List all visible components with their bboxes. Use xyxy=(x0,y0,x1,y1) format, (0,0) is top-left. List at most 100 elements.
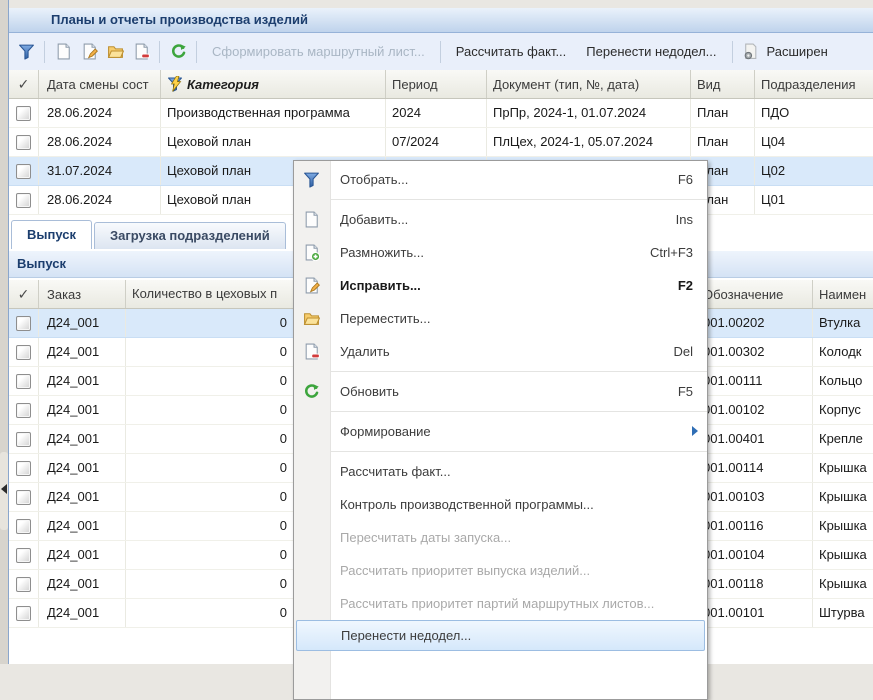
row-checkbox[interactable] xyxy=(16,577,31,592)
toolbar-separator xyxy=(196,41,197,63)
cell-qty: 0 xyxy=(126,570,296,598)
menu-item-move[interactable]: Переместить... xyxy=(294,302,707,335)
cell-period: 2024 xyxy=(386,99,487,127)
menu-item-formation[interactable]: Формирование xyxy=(294,415,707,448)
cell-code: 001.00116 xyxy=(695,512,813,540)
row-checkbox[interactable] xyxy=(16,345,31,360)
menu-item-control-program[interactable]: Контроль производственной программы... xyxy=(294,488,707,521)
cell-code: 001.00101 xyxy=(695,599,813,627)
context-menu: Отобрать... F6 Добавить... Ins Размножит… xyxy=(293,160,708,700)
select-all-column-header[interactable]: ✓ xyxy=(9,70,39,98)
menu-item-calc-fact[interactable]: Рассчитать факт... xyxy=(294,455,707,488)
row-checkbox[interactable] xyxy=(16,490,31,505)
checkmark-icon: ✓ xyxy=(18,71,30,98)
refresh-icon xyxy=(303,383,320,400)
row-checkbox[interactable] xyxy=(16,164,31,179)
shortcut: F5 xyxy=(678,375,693,408)
extended-button-icon-part[interactable] xyxy=(738,39,764,65)
shortcut: F6 xyxy=(678,163,693,196)
cell-qty: 0 xyxy=(126,309,296,337)
table-row[interactable]: 28.06.2024 Производственная программа 20… xyxy=(9,99,873,128)
row-checkbox[interactable] xyxy=(16,519,31,534)
cell-qty: 0 xyxy=(126,599,296,627)
column-header-department[interactable]: Подразделения xyxy=(755,70,873,98)
row-checkbox[interactable] xyxy=(16,106,31,121)
column-header-document[interactable]: Документ (тип, №, дата) xyxy=(487,70,691,98)
filter-icon xyxy=(303,171,320,188)
delete-button[interactable] xyxy=(128,39,154,65)
cell-name: Крышка xyxy=(813,541,873,569)
cell-name: Крышка xyxy=(813,483,873,511)
checkmark-icon: ✓ xyxy=(18,281,30,308)
column-header-code[interactable]: Обозначение xyxy=(695,280,813,308)
row-checkbox[interactable] xyxy=(16,461,31,476)
move-button[interactable] xyxy=(102,39,128,65)
table-row[interactable]: 28.06.2024 Цеховой план 07/2024 ПлЦех, 2… xyxy=(9,128,873,157)
row-checkbox[interactable] xyxy=(16,374,31,389)
toolbar-separator xyxy=(732,41,733,63)
cell-document: ПлЦех, 2024-1, 05.07.2024 xyxy=(487,128,691,156)
cell-kind: План xyxy=(691,99,755,127)
delete-document-icon xyxy=(133,43,150,60)
row-checkbox[interactable] xyxy=(16,403,31,418)
cell-order: Д24_001 xyxy=(39,541,126,569)
menu-item-select[interactable]: Отобрать... F6 xyxy=(294,163,707,196)
row-checkbox[interactable] xyxy=(16,432,31,447)
menu-item-delete[interactable]: Удалить Del xyxy=(294,335,707,368)
cell-code: 001.00102 xyxy=(695,396,813,424)
toolbar-separator xyxy=(44,41,45,63)
calc-fact-button[interactable]: Рассчитать факт... xyxy=(446,39,577,65)
row-checkbox[interactable] xyxy=(16,135,31,150)
vertical-splitter[interactable] xyxy=(0,0,9,664)
cell-period: 07/2024 xyxy=(386,128,487,156)
select-all-column-header[interactable]: ✓ xyxy=(9,280,39,308)
cell-code: 001.00202 xyxy=(695,309,813,337)
plans-table-header: ✓ Дата смены сост Категория Период Докум… xyxy=(9,70,873,99)
cell-qty: 0 xyxy=(126,338,296,366)
menu-item-carry-shortfall[interactable]: Перенести недодел... xyxy=(296,620,705,651)
cell-category: Производственная программа xyxy=(161,99,386,127)
shortcut: Del xyxy=(673,335,693,368)
column-header-qty[interactable]: Количество в цеховых п xyxy=(126,280,296,308)
cell-qty: 0 xyxy=(126,425,296,453)
refresh-button[interactable] xyxy=(165,39,191,65)
new-document-icon xyxy=(303,211,320,228)
cell-order: Д24_001 xyxy=(39,512,126,540)
filter-button[interactable] xyxy=(13,39,39,65)
column-header-order[interactable]: Заказ xyxy=(39,280,126,308)
menu-item-edit[interactable]: Исправить... F2 xyxy=(294,269,707,302)
tab-output[interactable]: Выпуск xyxy=(11,220,92,249)
column-header-category[interactable]: Категория xyxy=(161,70,386,98)
shortcut: Ins xyxy=(676,203,693,236)
menu-item-priority-products: Рассчитать приоритет выпуска изделий... xyxy=(294,554,707,587)
collapse-panel-icon[interactable] xyxy=(1,484,7,494)
menu-item-add[interactable]: Добавить... Ins xyxy=(294,203,707,236)
edit-button[interactable] xyxy=(76,39,102,65)
menu-separator xyxy=(294,199,707,200)
menu-separator xyxy=(294,451,707,452)
column-header-date[interactable]: Дата смены сост xyxy=(39,70,161,98)
menu-item-duplicate[interactable]: Размножить... Ctrl+F3 xyxy=(294,236,707,269)
add-button[interactable] xyxy=(50,39,76,65)
carry-shortfall-button[interactable]: Перенести недодел... xyxy=(576,39,726,65)
cell-name: Крепле xyxy=(813,425,873,453)
cell-name: Штурва xyxy=(813,599,873,627)
extended-button[interactable]: Расширен xyxy=(764,39,838,65)
cell-order: Д24_001 xyxy=(39,425,126,453)
tab-load-departments[interactable]: Загрузка подразделений xyxy=(94,222,286,249)
column-header-kind[interactable]: Вид xyxy=(691,70,755,98)
menu-item-refresh[interactable]: Обновить F5 xyxy=(294,375,707,408)
row-checkbox[interactable] xyxy=(16,548,31,563)
column-header-name[interactable]: Наимен xyxy=(813,280,873,308)
cell-department: Ц04 xyxy=(755,128,873,156)
cell-qty: 0 xyxy=(126,454,296,482)
form-route-sheet-button[interactable]: Сформировать маршрутный лист... xyxy=(202,39,435,65)
cell-name: Втулка xyxy=(813,309,873,337)
cell-code: 001.00118 xyxy=(695,570,813,598)
row-checkbox[interactable] xyxy=(16,316,31,331)
row-checkbox[interactable] xyxy=(16,193,31,208)
cell-order: Д24_001 xyxy=(39,483,126,511)
cell-name: Колодк xyxy=(813,338,873,366)
column-header-period[interactable]: Период xyxy=(386,70,487,98)
row-checkbox[interactable] xyxy=(16,606,31,621)
